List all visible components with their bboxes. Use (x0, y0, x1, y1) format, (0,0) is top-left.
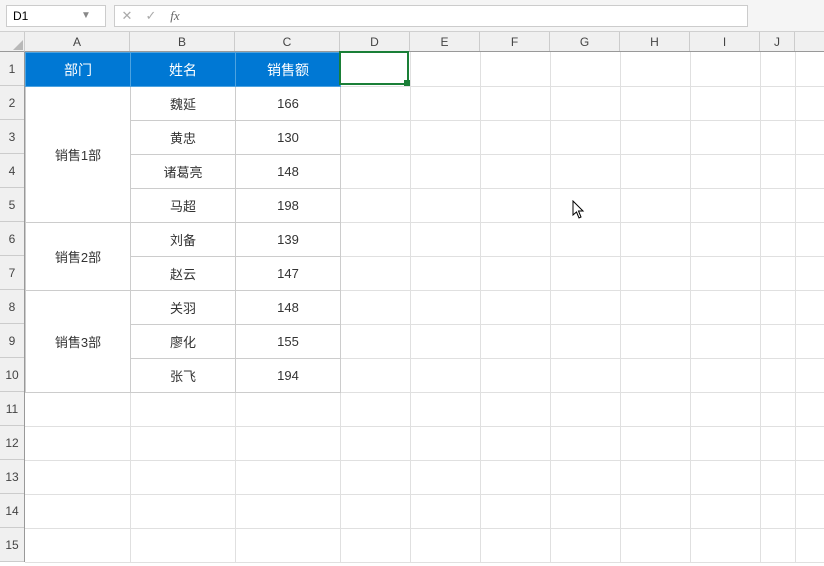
formula-input[interactable] (187, 6, 747, 26)
row-header-8[interactable]: 8 (0, 290, 24, 324)
row-header-3[interactable]: 3 (0, 120, 24, 154)
name-cell[interactable]: 关羽 (131, 291, 236, 325)
sales-cell[interactable]: 198 (236, 189, 341, 223)
row-header-2[interactable]: 2 (0, 86, 24, 120)
col-header-B[interactable]: B (130, 32, 235, 51)
column-headers: ABCDEFGHIJ (25, 32, 824, 52)
col-header-G[interactable]: G (550, 32, 620, 51)
row-header-15[interactable]: 15 (0, 528, 24, 562)
row-header-9[interactable]: 9 (0, 324, 24, 358)
sales-cell[interactable]: 147 (236, 257, 341, 291)
name-box[interactable]: ▼ (6, 5, 106, 27)
row-header-13[interactable]: 13 (0, 460, 24, 494)
row-header-14[interactable]: 14 (0, 494, 24, 528)
row-header-12[interactable]: 12 (0, 426, 24, 460)
name-cell[interactable]: 魏延 (131, 87, 236, 121)
table-row: 销售3部关羽148 (26, 291, 341, 325)
sales-cell[interactable]: 166 (236, 87, 341, 121)
table-row: 销售1部魏延166 (26, 87, 341, 121)
accept-icon[interactable]: ✓ (139, 6, 163, 26)
row-header-6[interactable]: 6 (0, 222, 24, 256)
fill-handle[interactable] (404, 80, 410, 86)
col-header-I[interactable]: I (690, 32, 760, 51)
sales-cell[interactable]: 155 (236, 325, 341, 359)
row-headers: 123456789101112131415 (0, 52, 25, 562)
select-all-corner[interactable] (0, 32, 25, 52)
name-cell[interactable]: 张飞 (131, 359, 236, 393)
sales-cell[interactable]: 130 (236, 121, 341, 155)
dept-cell[interactable]: 销售1部 (26, 87, 131, 223)
name-cell[interactable]: 刘备 (131, 223, 236, 257)
name-cell[interactable]: 黄忠 (131, 121, 236, 155)
table-row: 销售2部刘备139 (26, 223, 341, 257)
dept-cell[interactable]: 销售2部 (26, 223, 131, 291)
col-header-D[interactable]: D (340, 32, 410, 51)
formula-toolbar: ▼ ✕ ✓ fx (0, 0, 824, 32)
row-header-4[interactable]: 4 (0, 154, 24, 188)
col-header-J[interactable]: J (760, 32, 795, 51)
col-header-F[interactable]: F (480, 32, 550, 51)
row-header-11[interactable]: 11 (0, 392, 24, 426)
table-header[interactable]: 姓名 (131, 53, 236, 87)
name-box-dropdown-icon[interactable]: ▼ (77, 10, 95, 21)
table-header[interactable]: 销售额 (236, 53, 341, 87)
sales-cell[interactable]: 139 (236, 223, 341, 257)
data-table: 部门姓名销售额 销售1部魏延166黄忠130诸葛亮148马超198销售2部刘备1… (25, 52, 341, 393)
fx-icon[interactable]: fx (163, 6, 187, 26)
name-cell[interactable]: 赵云 (131, 257, 236, 291)
row-header-10[interactable]: 10 (0, 358, 24, 392)
sales-cell[interactable]: 194 (236, 359, 341, 393)
sales-cell[interactable]: 148 (236, 291, 341, 325)
selection-outline (339, 51, 409, 85)
cancel-icon[interactable]: ✕ (115, 6, 139, 26)
row-header-1[interactable]: 1 (0, 52, 24, 86)
col-header-C[interactable]: C (235, 32, 340, 51)
cells-area[interactable]: 部门姓名销售额 销售1部魏延166黄忠130诸葛亮148马超198销售2部刘备1… (25, 52, 824, 562)
row-header-5[interactable]: 5 (0, 188, 24, 222)
dept-cell[interactable]: 销售3部 (26, 291, 131, 393)
col-header-A[interactable]: A (25, 32, 130, 51)
name-cell[interactable]: 马超 (131, 189, 236, 223)
name-box-input[interactable] (7, 9, 77, 23)
col-header-H[interactable]: H (620, 32, 690, 51)
sales-cell[interactable]: 148 (236, 155, 341, 189)
row-header-7[interactable]: 7 (0, 256, 24, 290)
name-cell[interactable]: 诸葛亮 (131, 155, 236, 189)
table-header[interactable]: 部门 (26, 53, 131, 87)
spreadsheet-grid: ABCDEFGHIJ 123456789101112131415 部门姓名销售额… (0, 32, 824, 562)
col-header-E[interactable]: E (410, 32, 480, 51)
formula-bar-group: ✕ ✓ fx (114, 5, 748, 27)
name-cell[interactable]: 廖化 (131, 325, 236, 359)
